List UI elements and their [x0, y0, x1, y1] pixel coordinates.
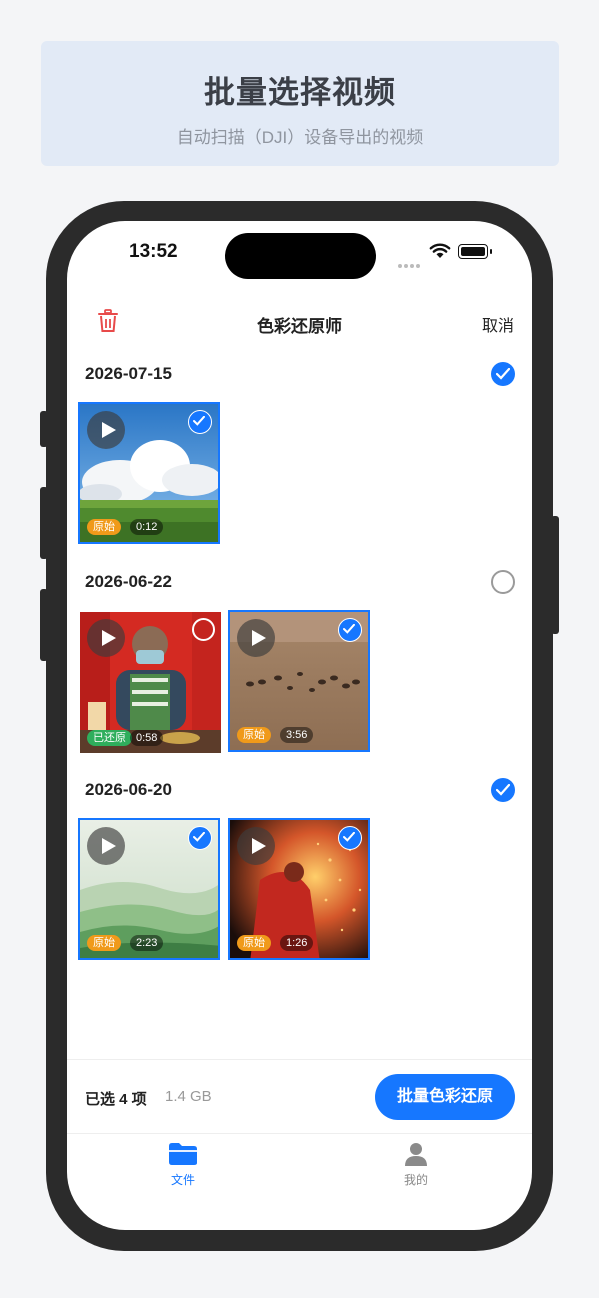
duration-label: 3:56: [280, 727, 314, 743]
play-icon: [87, 411, 125, 449]
tab-files[interactable]: 文件: [143, 1142, 223, 1188]
item-select-checkbox[interactable]: [338, 826, 362, 850]
group-select-all-checkbox[interactable]: [491, 778, 515, 802]
item-select-checkbox[interactable]: [192, 618, 215, 641]
check-icon: [193, 832, 205, 842]
tab-bar: 文件 我的: [67, 1133, 532, 1230]
side-button: [40, 411, 48, 447]
folder-icon: [169, 1143, 197, 1165]
date-group-header: 2026-06-22: [67, 568, 532, 598]
item-select-checkbox[interactable]: [338, 618, 362, 642]
group-select-all-checkbox[interactable]: [491, 570, 515, 594]
app-title: 色彩还原师: [257, 317, 342, 336]
video-thumbnail[interactable]: 原始 2:23: [78, 818, 220, 960]
check-icon: [496, 784, 510, 796]
video-thumbnail[interactable]: 已还原 0:58: [80, 612, 221, 753]
duration-label: 0:58: [130, 730, 164, 746]
dynamic-island: [225, 233, 376, 279]
date-label: 2026-07-15: [85, 364, 172, 383]
date-label: 2026-06-22: [85, 572, 172, 591]
tab-me-label: 我的: [403, 1173, 428, 1187]
check-icon: [193, 416, 205, 426]
person-icon: [405, 1143, 427, 1166]
volume-down-button: [40, 589, 48, 661]
duration-label: 0:12: [130, 519, 164, 535]
video-thumbnail[interactable]: 原始 3:56: [228, 610, 370, 752]
status-badge: 原始: [237, 727, 271, 743]
volume-up-button: [40, 487, 48, 559]
header-banner: 批量选择视频 自动扫描（DJI）设备导出的视频: [41, 41, 559, 166]
nav-bar: 色彩还原师 取消: [67, 301, 532, 343]
play-icon: [87, 619, 125, 657]
item-select-checkbox[interactable]: [188, 826, 212, 850]
check-icon: [343, 832, 355, 842]
date-group-header: 2026-06-20: [67, 776, 532, 806]
wifi-icon: [429, 243, 451, 258]
status-time: 13:52: [129, 241, 178, 262]
tab-files-label: 文件: [170, 1173, 195, 1187]
batch-restore-button[interactable]: 批量色彩还原: [375, 1074, 515, 1120]
date-label: 2026-06-20: [85, 780, 172, 799]
video-thumbnail[interactable]: 原始 0:12: [78, 402, 220, 544]
play-icon: [237, 619, 275, 657]
tab-me[interactable]: 我的: [376, 1142, 456, 1188]
status-badge: 原始: [87, 935, 121, 951]
banner-title: 批量选择视频: [204, 75, 396, 110]
selected-count: 已选 4 项: [85, 1091, 147, 1108]
banner-subtitle: 自动扫描（DJI）设备导出的视频: [176, 128, 424, 147]
duration-label: 1:26: [280, 935, 314, 951]
status-badge: 原始: [87, 519, 121, 535]
duration-label: 2:23: [130, 935, 164, 951]
power-button: [551, 516, 559, 634]
item-select-checkbox[interactable]: [188, 410, 212, 434]
play-icon: [237, 827, 275, 865]
video-thumbnail[interactable]: 原始 1:26: [228, 818, 370, 960]
check-icon: [496, 368, 510, 380]
group-select-all-checkbox[interactable]: [491, 362, 515, 386]
battery-icon: [458, 244, 492, 259]
status-badge: 原始: [237, 935, 271, 951]
status-badge: 已还原: [87, 730, 132, 746]
cellular-signal-icon: [398, 255, 422, 273]
selected-size: 1.4 GB: [165, 1088, 212, 1105]
date-group-header: 2026-07-15: [67, 360, 532, 390]
selection-bar: 已选 4 项 1.4 GB 批量色彩还原: [67, 1059, 532, 1134]
cancel-button[interactable]: 取消: [482, 312, 514, 336]
check-icon: [343, 624, 355, 634]
app-screen: 13:52 色彩还原师 取消 2026-07-15 原始 0:12 2026-0…: [67, 221, 532, 1230]
play-icon: [87, 827, 125, 865]
